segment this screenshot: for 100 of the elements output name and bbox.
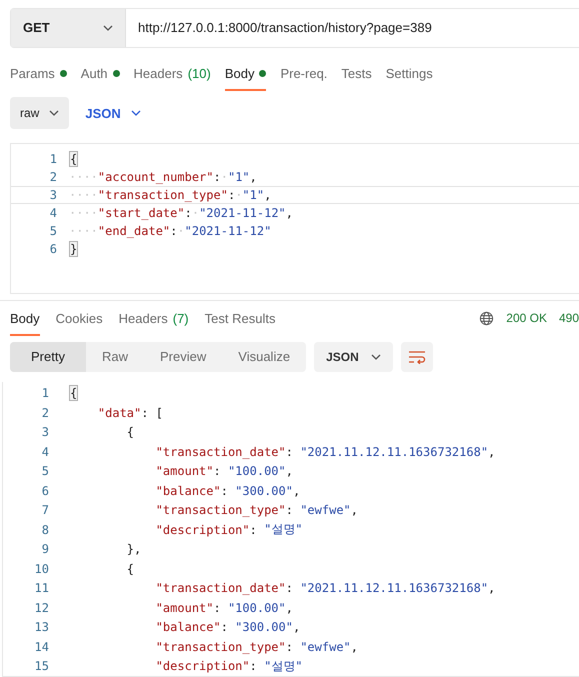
line-number: 11 (34, 581, 49, 596)
whitespace-marker: ···· (69, 224, 98, 238)
json-value: "2021-11-12" (199, 206, 286, 220)
request-tab[interactable]: Headers (10) (134, 66, 211, 91)
json-value: "1" (242, 188, 264, 202)
tab-label: Test Results (204, 310, 276, 326)
wrap-lines-icon (408, 350, 426, 364)
whitespace-marker: ···· (69, 206, 98, 220)
json-key: "amount" (69, 464, 214, 478)
json-punctuation: { (126, 425, 134, 440)
json-key: "balance" (69, 484, 221, 498)
line-number: 13 (34, 620, 49, 634)
tab-label: Cookies (56, 310, 103, 326)
response-tab[interactable]: Cookies (56, 310, 103, 336)
json-key: "end_date" (98, 224, 170, 238)
response-tab[interactable]: Test Results (204, 310, 276, 336)
json-key: "transaction_type" (98, 188, 228, 202)
request-body-editor[interactable]: 1 { 2 ····"account_number":·"1", 3 ····"transaction_type":·"1", 4 ····"start_date":·"2021-11-12", 5 ····"end_date":·"2021-11-12" 6 } (10, 143, 579, 294)
json-key: "amount" (69, 600, 214, 615)
tab-count: (10) (188, 66, 211, 81)
json-value: "2021.11.12.11.1636732168" (300, 444, 488, 459)
globe-icon[interactable] (479, 310, 494, 326)
json-punctuation: : (220, 620, 229, 634)
view-mode-tab[interactable]: Preview (144, 342, 222, 372)
json-punctuation: : (214, 464, 222, 478)
json-key: "data" (69, 406, 142, 420)
body-format-select[interactable]: JSON (81, 106, 145, 120)
line-number: 7 (40, 503, 49, 518)
line-number: 2 (40, 406, 49, 420)
json-value: "100.00" (228, 464, 286, 478)
request-tab[interactable]: Pre-req. (280, 66, 328, 91)
json-key: "transaction_date" (69, 444, 286, 459)
whitespace-marker: · (192, 206, 200, 220)
tab-count: (7) (172, 310, 189, 326)
response-tab[interactable]: Headers (7) (118, 310, 189, 336)
line-number: 3 (48, 188, 57, 202)
tab-label: Settings (386, 66, 433, 81)
json-value: "300.00" (235, 484, 293, 498)
tab-label: Params (10, 66, 55, 81)
json-punctuation: : (286, 444, 294, 459)
view-mode-tab[interactable]: Raw (86, 342, 144, 372)
json-value: "100.00" (228, 600, 286, 615)
response-tab[interactable]: Body (10, 310, 40, 336)
request-tab[interactable]: Body (224, 66, 266, 91)
line-number: 8 (40, 522, 49, 537)
json-key: "account_number" (98, 170, 214, 184)
request-tab[interactable]: Settings (386, 66, 433, 91)
json-punctuation: : (286, 503, 294, 518)
tab-label: Body (224, 66, 254, 81)
json-key: "start_date" (98, 206, 185, 220)
view-mode-tab[interactable]: Pretty (10, 342, 86, 372)
line-number: 4 (48, 206, 57, 220)
body-mode-select[interactable]: raw (10, 97, 70, 129)
json-value: "2021-11-12" (184, 224, 272, 238)
json-punctuation: , (350, 503, 358, 518)
json-punctuation: : (286, 581, 294, 596)
response-format-select[interactable]: JSON (314, 342, 393, 372)
line-number: 6 (48, 242, 57, 256)
json-value: "2021.11.12.11.1636732168" (300, 581, 488, 596)
json-key: "balance" (69, 620, 221, 634)
matched-bracket: } (69, 241, 78, 257)
line-number: 12 (34, 600, 49, 615)
line-number: 5 (40, 464, 49, 478)
chevron-down-icon (370, 354, 381, 360)
json-punctuation: , (488, 581, 496, 596)
whitespace-marker: ···· (69, 188, 98, 202)
request-tab[interactable]: Params (10, 66, 67, 91)
json-punctuation: , (286, 206, 294, 220)
whitespace-marker: · (235, 188, 242, 202)
matched-bracket: { (69, 151, 78, 167)
line-number: 3 (40, 425, 49, 440)
json-punctuation: , (292, 484, 300, 498)
line-number: 15 (34, 659, 49, 674)
json-punctuation: : (184, 206, 192, 220)
wrap-lines-button[interactable] (400, 342, 433, 372)
tab-label: Pre-req. (280, 66, 328, 81)
json-punctuation: : (214, 600, 222, 615)
response-time: 490 (558, 311, 579, 325)
json-punctuation: , (292, 620, 300, 634)
json-value: "ewfwe" (300, 640, 351, 654)
json-punctuation: , (350, 640, 358, 654)
view-mode-tab[interactable]: Visualize (222, 342, 306, 372)
json-key: "description" (69, 659, 250, 674)
json-punctuation: : (250, 659, 258, 674)
chevron-down-icon (49, 110, 60, 116)
tab-label: Auth (80, 66, 108, 81)
json-value: "300.00" (235, 620, 293, 634)
line-number: 9 (40, 542, 49, 556)
json-punctuation: , (488, 444, 496, 459)
tab-label: Headers (134, 66, 183, 81)
line-number: 5 (48, 224, 57, 238)
line-number: 1 (48, 152, 57, 166)
json-value: "1" (228, 170, 250, 184)
json-value: "설명" (264, 521, 303, 538)
json-punctuation: { (126, 562, 134, 576)
request-tab[interactable]: Tests (341, 66, 372, 91)
chevron-down-icon (130, 110, 141, 116)
json-punctuation: : [ (141, 406, 163, 420)
request-tab[interactable]: Auth (80, 66, 120, 91)
json-punctuation: : (170, 224, 178, 238)
